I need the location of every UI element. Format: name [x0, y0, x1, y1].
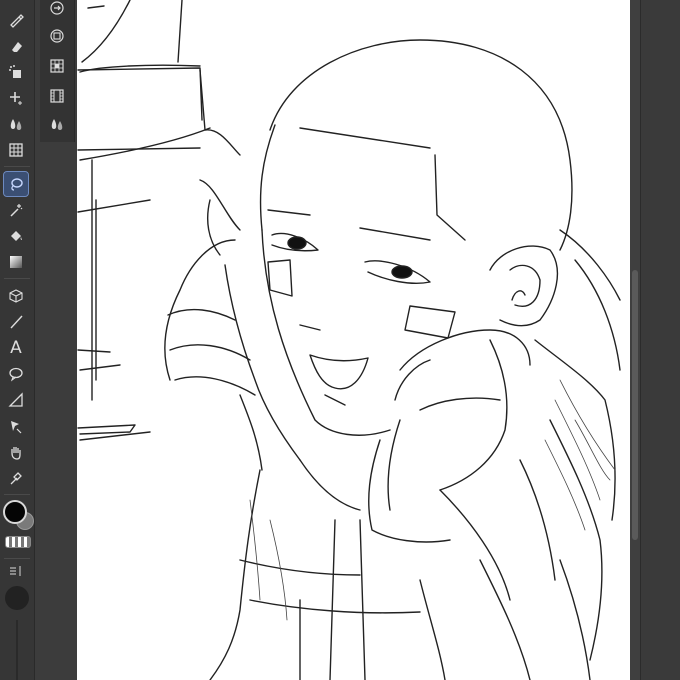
line-icon[interactable] — [4, 310, 28, 334]
right-dock-panel — [640, 0, 680, 680]
eyedropper-icon[interactable] — [4, 466, 28, 490]
sub-tool-layer-icon[interactable] — [45, 24, 69, 48]
operation-icon[interactable] — [4, 414, 28, 438]
text-tool-label: A — [10, 338, 22, 358]
lasso-selection-icon[interactable] — [3, 171, 29, 197]
text-icon[interactable]: A — [4, 336, 28, 360]
gradient-icon[interactable] — [4, 250, 28, 274]
airbrush-icon[interactable] — [4, 60, 28, 84]
sub-tool-film-icon[interactable] — [45, 84, 69, 108]
drawing-canvas[interactable] — [77, 0, 630, 680]
magic-wand-icon[interactable] — [4, 198, 28, 222]
sketch-artwork — [77, 0, 621, 680]
pen-icon[interactable] — [4, 8, 28, 32]
fill-bucket-icon[interactable] — [4, 224, 28, 248]
grid-icon[interactable] — [4, 138, 28, 162]
brush-size-preview — [5, 586, 29, 610]
brush-size-slider[interactable] — [16, 620, 18, 680]
transparent-color-swatch[interactable] — [5, 536, 31, 548]
hand-icon[interactable] — [4, 440, 28, 464]
balloon-icon[interactable] — [4, 362, 28, 386]
vertical-scrollbar[interactable] — [632, 270, 638, 540]
ruler-icon[interactable] — [4, 388, 28, 412]
sub-tool-panel — [40, 0, 75, 142]
eraser-icon[interactable] — [4, 34, 28, 58]
sub-tool-arrow-icon[interactable] — [45, 0, 69, 20]
sub-tool-grid-icon[interactable] — [45, 54, 69, 78]
main-color-swatch[interactable] — [3, 500, 27, 524]
blend-icon[interactable] — [4, 112, 28, 136]
brush-size-menu-icon[interactable] — [4, 562, 28, 580]
3d-object-icon[interactable] — [4, 284, 28, 308]
decoration-icon[interactable] — [4, 86, 28, 110]
tool-palette: A — [0, 0, 35, 680]
sub-tool-drops-icon[interactable] — [45, 112, 69, 136]
